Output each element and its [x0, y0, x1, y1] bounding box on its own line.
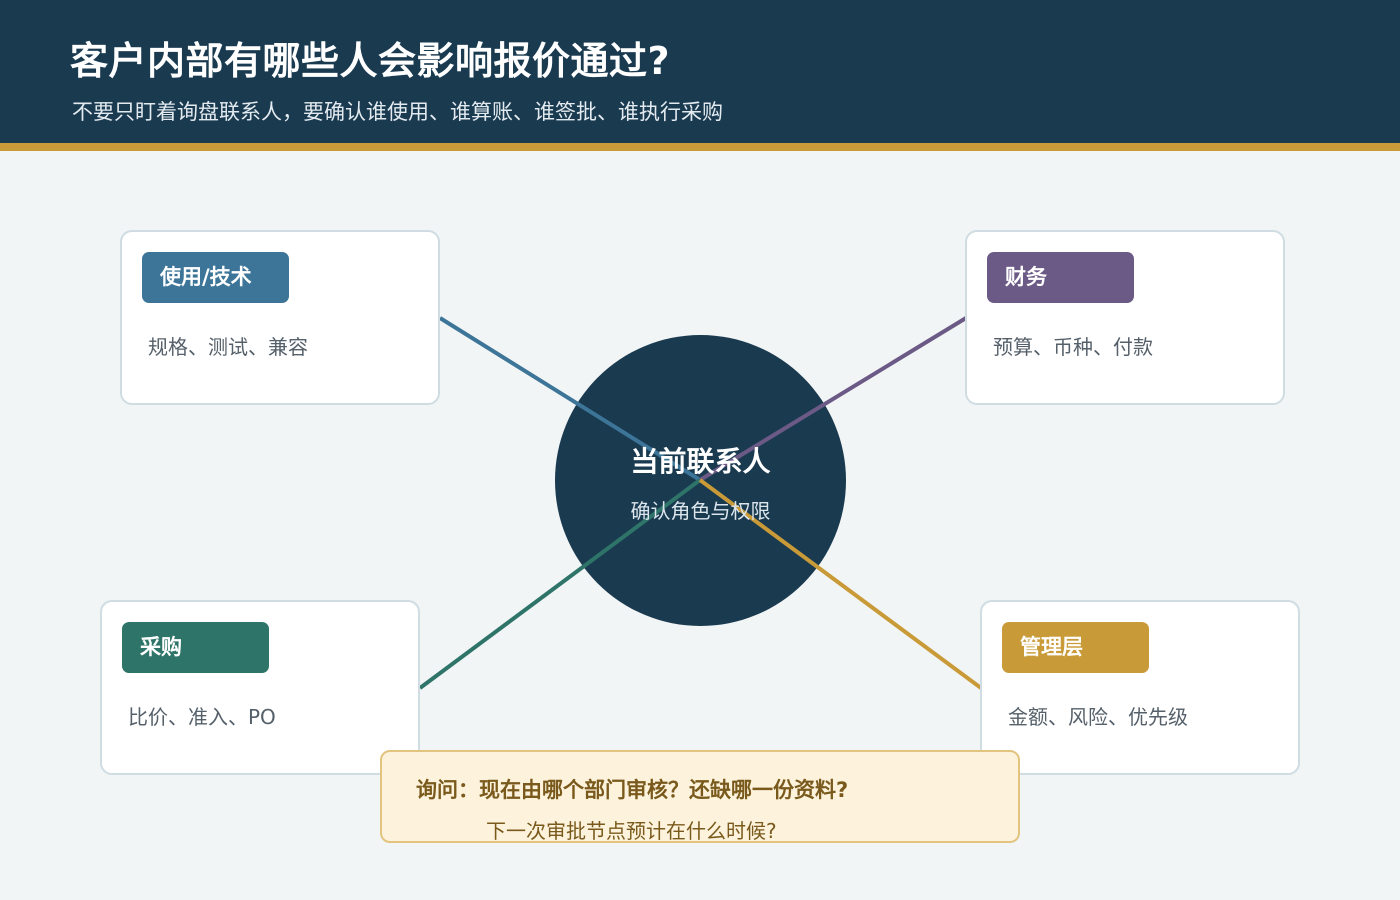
role-tag-management: 管理层 [1002, 622, 1149, 673]
callout-followup: 下一次审批节点预计在什么时候? [486, 819, 777, 843]
role-detail-management: 金额、风险、优先级 [1008, 705, 1188, 729]
question-callout: 询问：现在由哪个部门审核？还缺哪一份资料? 下一次审批节点预计在什么时候? [380, 750, 1020, 843]
role-tag-tech: 使用/技术 [142, 252, 289, 303]
callout-question: 询问：现在由哪个部门审核？还缺哪一份资料? [416, 778, 849, 802]
role-card-finance: 财务 预算、币种、付款 [965, 230, 1285, 405]
hub-title: 当前联系人 [630, 445, 771, 478]
hub-subtitle: 确认角色与权限 [630, 499, 771, 523]
role-tag-finance: 财务 [987, 252, 1134, 303]
role-detail-finance: 预算、币种、付款 [993, 335, 1153, 359]
role-detail-tech: 规格、测试、兼容 [148, 335, 308, 359]
role-card-tech: 使用/技术 规格、测试、兼容 [120, 230, 440, 405]
role-detail-purchasing: 比价、准入、PO [128, 705, 276, 729]
role-card-purchasing: 采购 比价、准入、PO [100, 600, 420, 775]
role-card-management: 管理层 金额、风险、优先级 [980, 600, 1300, 775]
role-tag-purchasing: 采购 [122, 622, 269, 673]
